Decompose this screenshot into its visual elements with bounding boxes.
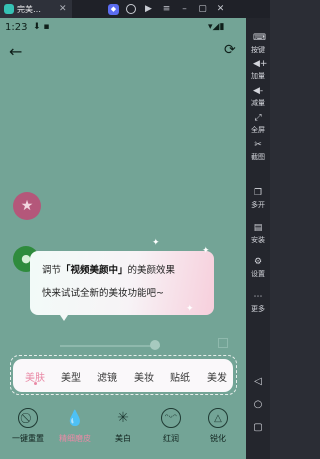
- tool-whitening[interactable]: ✳ 美白: [103, 408, 143, 444]
- volume-up-icon: ◀+: [253, 59, 268, 69]
- emulator-window: 完美… ✕ ◆ ▶ ≡ – ▢ ✕ ⌨ 按键 ◀+ 加量 ◀- 减量 ⤢ 全屏: [0, 0, 270, 459]
- active-tab-dot: [34, 382, 37, 385]
- tooltip-highlight: 「视频美颜中」: [61, 265, 128, 276]
- tab-makeup[interactable]: 美妆: [134, 369, 154, 384]
- volume-down-icon: ◀-: [253, 86, 264, 96]
- sidebar-item-install[interactable]: ▤ 安装: [246, 224, 270, 245]
- back-arrow-icon[interactable]: ←: [9, 42, 22, 61]
- intensity-slider-knob[interactable]: [150, 340, 160, 350]
- tooltip-line-2: 快来试试全新的美妆功能吧~: [42, 288, 164, 299]
- triangle-circle-icon: △: [208, 408, 228, 428]
- category-tabs: 美肤 美型 滤镜 美妆 贴纸 美发: [13, 359, 233, 392]
- sidebar-item-keyboard[interactable]: ⌨ 按键: [246, 34, 270, 55]
- tool-sharpen[interactable]: △ 锐化: [198, 408, 238, 444]
- signal-battery-icon: ▾◢▮: [208, 22, 225, 32]
- tab-sticker[interactable]: 贴纸: [170, 369, 190, 384]
- intensity-slider-track[interactable]: [60, 345, 160, 347]
- status-time: 1:23: [5, 22, 28, 33]
- tab-title: 完美…: [17, 4, 41, 14]
- emulator-sidebar: ⌨ 按键 ◀+ 加量 ◀- 减量 ⤢ 全屏 ✂ 截图 ❐ 多开 ▤ 安装 ⚙ 设: [246, 18, 270, 459]
- minimize-icon[interactable]: –: [179, 4, 190, 15]
- tooltip-line-1: 调节「视频美颜中」的美颜效果: [42, 265, 176, 276]
- settings-icon: ⚙: [253, 257, 263, 267]
- slash-circle-icon: ⃠: [18, 408, 38, 428]
- keyboard-icon: ⌨: [253, 33, 266, 43]
- back-nav-icon[interactable]: ◁: [246, 376, 270, 387]
- sparkle-icon: ✳: [117, 410, 129, 426]
- sidebar-item-more[interactable]: ⋯ 更多: [246, 293, 270, 314]
- more-icon: ⋯: [253, 292, 263, 302]
- tooltip-tail: [58, 312, 70, 321]
- scissors-icon: ✂: [254, 140, 262, 150]
- status-bar: 1:23 ⬇ ▪ ▾◢▮: [0, 18, 246, 38]
- sparkle-icon: ✦: [202, 246, 210, 256]
- user-icon[interactable]: [126, 4, 136, 14]
- emulator-tab[interactable]: 完美… ✕: [0, 0, 72, 18]
- sidebar-item-volume-down[interactable]: ◀- 减量: [246, 87, 270, 108]
- sparkle-icon: ✦: [186, 304, 194, 314]
- home-nav-icon[interactable]: ○: [246, 399, 270, 410]
- sidebar-item-volume-up[interactable]: ◀+ 加量: [246, 60, 270, 81]
- face-icon: ᵔᵕᵔ: [161, 408, 181, 428]
- close-tab-icon[interactable]: ✕: [59, 4, 67, 14]
- play-icon[interactable]: ▶: [143, 4, 154, 15]
- recents-nav-icon[interactable]: ▢: [246, 422, 270, 433]
- sidebar-item-multi[interactable]: ❐ 多开: [246, 189, 270, 210]
- maximize-icon[interactable]: ▢: [197, 4, 208, 15]
- phone-screen: 1:23 ⬇ ▪ ▾◢▮ ← ⟳ ★ ● 调节「视频美颜中」的美颜效果 快来试试…: [0, 18, 246, 459]
- tab-filter[interactable]: 滤镜: [97, 369, 117, 384]
- tool-rosy[interactable]: ᵔᵕᵔ 红润: [151, 408, 191, 444]
- refresh-icon[interactable]: ⟳: [224, 42, 236, 58]
- sidebar-item-settings[interactable]: ⚙ 设置: [246, 258, 270, 279]
- sparkle-icon: ✦: [152, 238, 160, 248]
- app-icon: [4, 4, 14, 14]
- close-icon[interactable]: ✕: [215, 4, 226, 15]
- compare-icon[interactable]: [218, 338, 228, 348]
- menu-icon[interactable]: ≡: [161, 4, 172, 15]
- brand-icon[interactable]: ◆: [108, 3, 119, 15]
- star-app-icon: ★: [13, 192, 41, 220]
- droplet-icon: 💧: [65, 409, 85, 427]
- tool-reset[interactable]: ⃠ 一键重置: [8, 408, 48, 444]
- sidebar-item-screenshot[interactable]: ✂ 截图: [246, 141, 270, 162]
- tab-shape[interactable]: 美型: [61, 369, 81, 384]
- status-notification-icons: ⬇ ▪: [33, 22, 50, 32]
- fullscreen-icon: ⤢: [254, 113, 262, 123]
- multi-window-icon: ❐: [253, 188, 263, 198]
- install-icon: ▤: [253, 223, 263, 233]
- sidebar-item-fullscreen[interactable]: ⤢ 全屏: [246, 114, 270, 135]
- title-bar-icons: ◆ ▶ ≡ – ▢ ✕: [108, 0, 233, 18]
- tool-smoothing[interactable]: 💧 精细磨皮: [55, 408, 95, 444]
- emulator-title-bar: 完美… ✕ ◆ ▶ ≡ – ▢ ✕: [0, 0, 270, 18]
- tab-hair[interactable]: 美发: [207, 369, 227, 384]
- beauty-tools-row: ⃠ 一键重置 💧 精细磨皮 ✳ 美白 ᵔᵕᵔ 红润 △ 锐化: [0, 400, 246, 459]
